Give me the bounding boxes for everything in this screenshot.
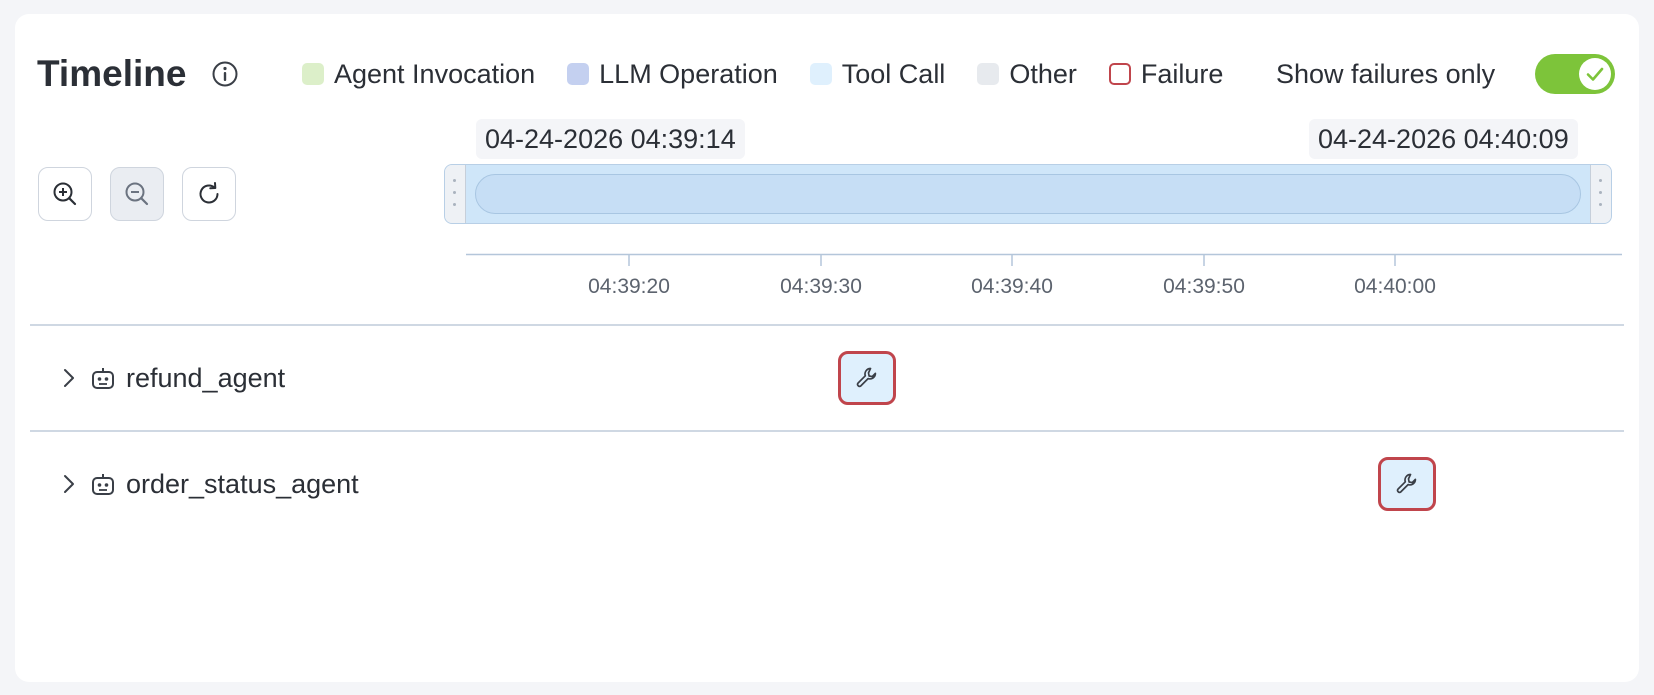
chevron-right-icon[interactable] xyxy=(58,364,80,392)
axis-tick-label: 04:40:00 xyxy=(1354,275,1436,298)
wrench-icon xyxy=(1396,473,1417,494)
time-axis: 04:39:20 04:39:30 04:39:40 04:39:50 04:4… xyxy=(466,253,1622,298)
axis-tick-label: 04:39:40 xyxy=(971,275,1053,298)
timeline-row-order-status-agent: order_status_agent xyxy=(30,432,1624,536)
chevron-right-icon[interactable] xyxy=(58,470,80,498)
axis-tick-label: 04:39:30 xyxy=(780,275,862,298)
axis-tick-label: 04:39:50 xyxy=(1163,275,1245,298)
timeline-row-refund-agent: refund_agent xyxy=(30,326,1624,430)
agent-name[interactable]: refund_agent xyxy=(126,360,285,396)
tool-call-span-failure[interactable] xyxy=(838,351,896,405)
tool-call-span-failure[interactable] xyxy=(1378,457,1436,511)
axis-ticks xyxy=(628,255,1396,266)
robot-icon xyxy=(92,474,114,495)
agent-name[interactable]: order_status_agent xyxy=(126,466,359,502)
wrench-icon xyxy=(856,367,877,388)
axis-tick-label: 04:39:20 xyxy=(588,275,670,298)
robot-icon xyxy=(92,368,114,389)
